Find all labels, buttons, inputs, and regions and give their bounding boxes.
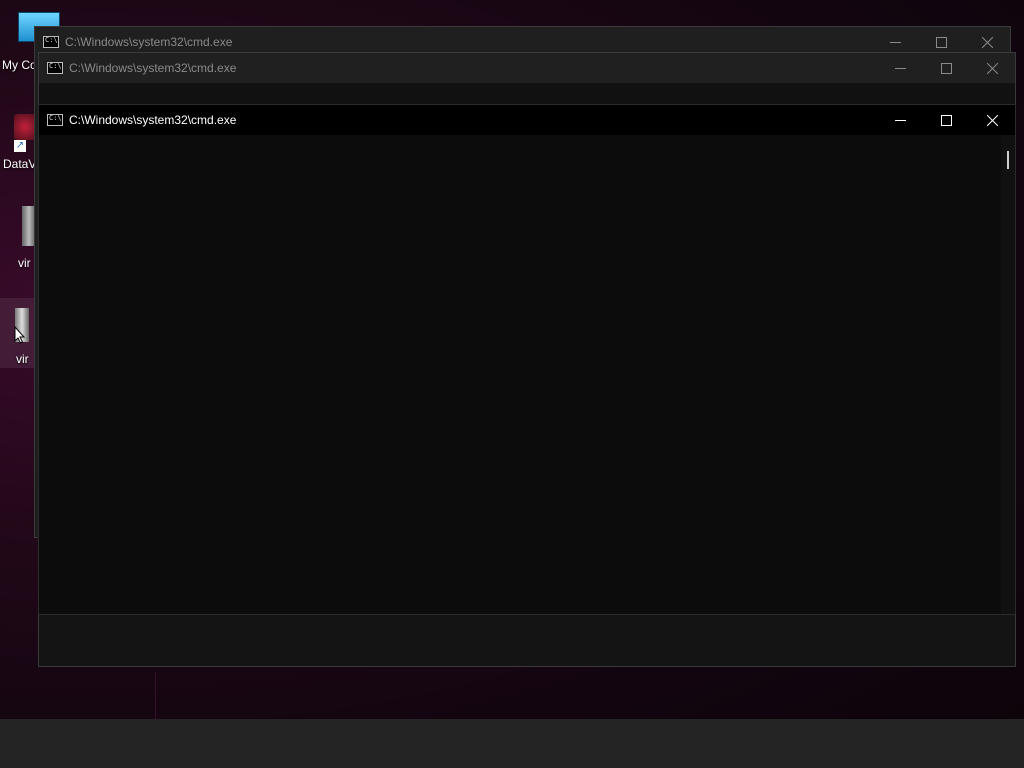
maximize-icon (936, 36, 947, 48)
cmd-icon (43, 36, 59, 48)
cmd-icon (47, 62, 63, 74)
taskbar[interactable] (0, 719, 1024, 768)
window-title: C:\Windows\system32\cmd.exe (65, 35, 233, 49)
desktop-icon-label: vir (18, 256, 31, 270)
maximize-icon (941, 114, 952, 126)
minimize-button[interactable] (878, 105, 923, 135)
scrollbar-thumb[interactable] (1007, 151, 1009, 169)
vertical-scrollbar[interactable] (1001, 135, 1015, 614)
cmd-window-active[interactable]: C:\Windows\system32\cmd.exe (38, 104, 1016, 615)
maximize-button[interactable] (924, 53, 969, 83)
desktop-icon-vir-2[interactable]: vir (0, 298, 38, 368)
shortcut-arrow-icon: ↗ (14, 140, 26, 152)
console-area[interactable] (39, 135, 1015, 614)
minimize-icon (895, 67, 906, 69)
close-button[interactable] (970, 53, 1015, 83)
title-bar[interactable]: C:\Windows\system32\cmd.exe (39, 53, 1015, 83)
window-title: C:\Windows\system32\cmd.exe (69, 61, 237, 75)
window-bottom-area (39, 613, 1015, 666)
close-button[interactable] (970, 105, 1015, 135)
close-icon (987, 114, 998, 126)
desktop-icon-label: My Co (2, 58, 37, 72)
cmd-icon (47, 114, 63, 126)
maximize-icon (941, 62, 952, 74)
mouse-cursor-icon (14, 326, 26, 344)
datav-app-icon (14, 114, 36, 140)
desktop-icon-label: vir (16, 352, 29, 366)
minimize-icon (895, 119, 906, 121)
minimize-button[interactable] (878, 53, 923, 83)
desktop-icon-label: DataV (3, 157, 37, 171)
close-icon (987, 62, 998, 74)
title-bar[interactable]: C:\Windows\system32\cmd.exe (39, 105, 1015, 135)
desktop-divider (155, 672, 156, 719)
close-icon (982, 36, 993, 48)
minimize-icon (890, 41, 901, 43)
maximize-button[interactable] (924, 105, 969, 135)
window-title: C:\Windows\system32\cmd.exe (69, 113, 237, 127)
